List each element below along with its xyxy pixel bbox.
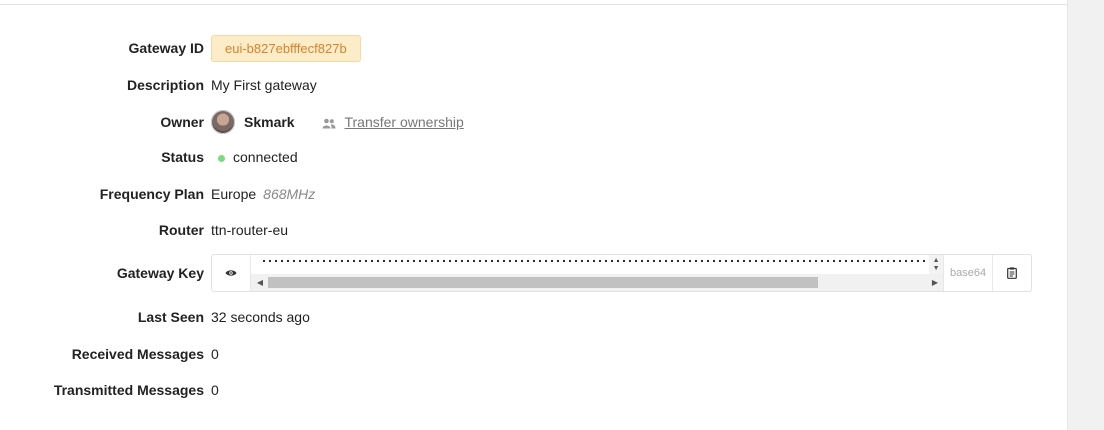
description-row: Description My First gateway xyxy=(0,75,317,95)
status-row: Status connected xyxy=(0,147,298,167)
frequency-plan-row: Frequency Plan Europe 868MHz xyxy=(0,184,316,204)
show-key-button[interactable] xyxy=(212,255,251,291)
description-value: My First gateway xyxy=(211,77,317,93)
received-messages-label: Received Messages xyxy=(71,346,204,362)
description-label: Description xyxy=(126,77,204,93)
avatar xyxy=(211,110,235,134)
users-icon xyxy=(322,118,336,129)
transmitted-messages-value: 0 xyxy=(211,382,219,398)
gateway-key-box: ▲ ▼ ◀ ▶ base64 xyxy=(211,254,1032,292)
last-seen-row: Last Seen 32 seconds ago xyxy=(0,307,310,327)
top-divider xyxy=(0,0,1068,5)
frequency-plan-detail: 868MHz xyxy=(263,186,316,202)
right-gutter xyxy=(1067,0,1104,430)
received-messages-row: Received Messages 0 xyxy=(0,344,219,364)
frequency-plan-label: Frequency Plan xyxy=(99,186,204,202)
key-horizontal-scrollbar[interactable]: ◀ ▶ xyxy=(250,274,944,291)
status-dot-icon xyxy=(218,154,225,162)
router-label: Router xyxy=(158,222,204,238)
scroll-thumb[interactable] xyxy=(267,277,818,288)
transmitted-messages-label: Transmitted Messages xyxy=(53,382,204,398)
last-seen-label: Last Seen xyxy=(137,309,204,325)
key-vertical-scrollbar[interactable]: ▲ ▼ xyxy=(929,255,944,275)
status-value: connected xyxy=(211,149,298,165)
transfer-ownership-label: Transfer ownership xyxy=(344,114,464,130)
scroll-right-icon[interactable]: ▶ xyxy=(928,274,942,291)
owner-row: Owner Skmark Transfer ownership xyxy=(0,109,464,135)
owner-value: Skmark Transfer ownership xyxy=(211,110,464,134)
transmitted-messages-row: Transmitted Messages 0 xyxy=(0,380,219,400)
gateway-key-row: Gateway Key ▲ ▼ ◀ ▶ base64 xyxy=(0,254,1032,292)
owner-name: Skmark xyxy=(244,114,295,130)
last-seen-value: 32 seconds ago xyxy=(211,309,310,325)
scroll-left-icon[interactable]: ◀ xyxy=(253,274,267,291)
gateway-key-label: Gateway Key xyxy=(116,265,204,281)
gateway-key-masked xyxy=(260,258,929,264)
key-format-label: base64 xyxy=(944,255,994,291)
owner-label: Owner xyxy=(160,114,204,130)
status-text: connected xyxy=(233,149,298,165)
status-label: Status xyxy=(161,149,204,165)
gateway-id-row: Gateway ID eui-b827ebfffecf827b xyxy=(0,34,361,62)
gateway-key-field[interactable]: ▲ ▼ ◀ ▶ xyxy=(250,255,945,291)
router-value: ttn-router-eu xyxy=(211,222,289,238)
gateway-id-label: Gateway ID xyxy=(128,40,204,56)
frequency-plan-value: Europe xyxy=(211,186,257,202)
received-messages-value: 0 xyxy=(211,346,219,362)
transfer-ownership-link[interactable]: Transfer ownership xyxy=(322,114,464,130)
copy-key-button[interactable] xyxy=(993,255,1031,291)
gateway-overview: Gateway ID eui-b827ebfffecf827b Descript… xyxy=(0,0,1104,430)
clipboard-icon xyxy=(1007,267,1017,279)
eye-icon xyxy=(225,270,237,276)
router-row: Router ttn-router-eu xyxy=(0,220,288,240)
gateway-id-badge: eui-b827ebfffecf827b xyxy=(211,34,361,62)
